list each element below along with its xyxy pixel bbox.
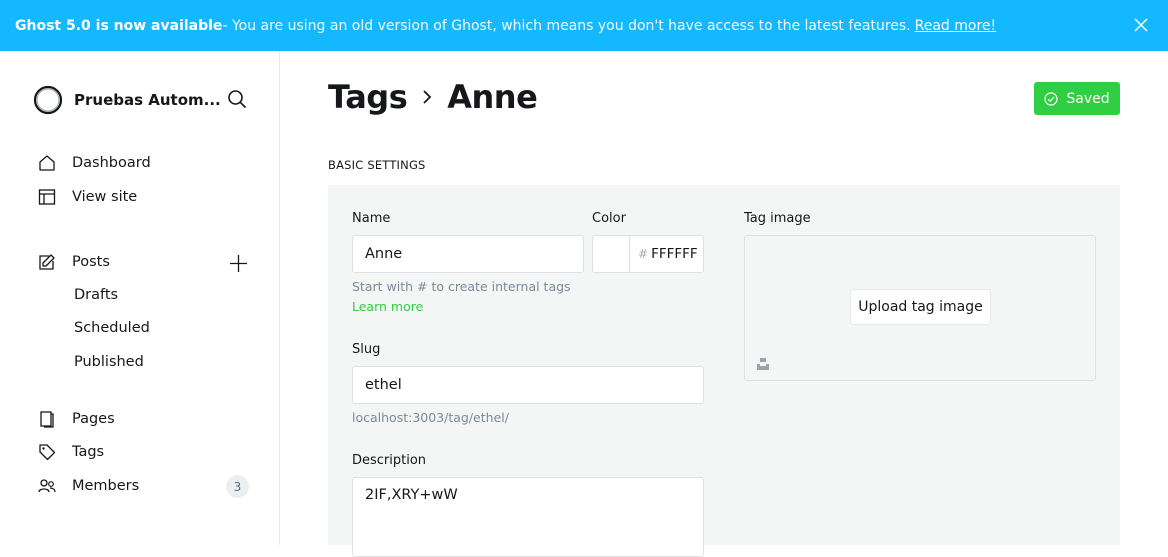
color-swatch[interactable] bbox=[592, 235, 630, 273]
layout-icon bbox=[38, 189, 56, 205]
chevron-right-icon bbox=[423, 90, 432, 104]
breadcrumb-tags[interactable]: Tags bbox=[328, 78, 408, 116]
name-hint: Start with # to create internal tags bbox=[352, 279, 571, 294]
description-label: Description bbox=[352, 453, 427, 468]
nav-view-site-label: View site bbox=[72, 189, 138, 205]
site-brand[interactable]: Pruebas Autom... bbox=[33, 85, 221, 115]
nav-tags-label: Tags bbox=[72, 444, 105, 460]
members-count-badge: 3 bbox=[226, 475, 249, 498]
search-icon[interactable] bbox=[227, 89, 247, 109]
nav-posts-label: Posts bbox=[72, 254, 110, 270]
nav-dashboard[interactable]: Dashboard bbox=[38, 154, 151, 172]
banner-headline: Ghost 5.0 is now available bbox=[15, 17, 223, 34]
saved-button[interactable]: Saved bbox=[1034, 82, 1120, 115]
color-label: Color bbox=[592, 211, 626, 226]
nav-pages[interactable]: Pages bbox=[38, 410, 115, 428]
tag-icon bbox=[39, 444, 56, 461]
page-title: Tags Anne bbox=[328, 78, 538, 116]
members-icon bbox=[38, 479, 56, 493]
learn-more-link[interactable]: Learn more bbox=[352, 299, 423, 314]
tag-image-dropzone[interactable]: Upload tag image bbox=[744, 235, 1096, 381]
check-circle-icon bbox=[1044, 91, 1058, 106]
section-label: BASIC SETTINGS bbox=[328, 158, 426, 172]
nav-posts[interactable]: Posts bbox=[38, 253, 110, 271]
sidebar: Pruebas Autom... Dashboard View site Pos… bbox=[0, 51, 280, 545]
banner-read-more-link[interactable]: Read more! bbox=[915, 18, 997, 34]
home-icon bbox=[39, 155, 55, 171]
color-input[interactable]: # FFFFFF bbox=[629, 235, 704, 273]
tag-title: Anne bbox=[447, 78, 538, 116]
nav-members[interactable]: Members bbox=[38, 477, 139, 495]
close-icon[interactable] bbox=[1132, 16, 1150, 34]
slug-url: localhost:3003/tag/ethel/ bbox=[352, 410, 509, 425]
nav-dashboard-label: Dashboard bbox=[72, 155, 151, 171]
slug-label: Slug bbox=[352, 342, 381, 357]
tag-image-label: Tag image bbox=[744, 211, 811, 226]
nav-drafts[interactable]: Drafts bbox=[74, 287, 118, 303]
site-name: Pruebas Autom... bbox=[74, 91, 221, 109]
name-label: Name bbox=[352, 211, 391, 226]
nav-scheduled[interactable]: Scheduled bbox=[74, 320, 150, 336]
color-value: FFFFFF bbox=[651, 246, 698, 262]
color-hash: # bbox=[638, 247, 649, 261]
slug-input[interactable]: ethel bbox=[352, 366, 704, 404]
nav-view-site[interactable]: View site bbox=[38, 188, 137, 206]
site-logo-icon bbox=[33, 85, 63, 115]
edit-icon bbox=[39, 254, 55, 270]
new-post-plus-icon[interactable] bbox=[229, 254, 248, 273]
nav-pages-label: Pages bbox=[72, 411, 115, 427]
update-banner: Ghost 5.0 is now available - You are usi… bbox=[0, 0, 1168, 51]
page-icon bbox=[40, 411, 54, 428]
nav-members-label: Members bbox=[72, 478, 140, 494]
banner-message: - You are using an old version of Ghost,… bbox=[222, 17, 911, 34]
name-input[interactable]: Anne bbox=[352, 235, 584, 273]
nav-tags[interactable]: Tags bbox=[38, 443, 104, 461]
nav-published[interactable]: Published bbox=[74, 354, 144, 370]
upload-tag-image-button[interactable]: Upload tag image bbox=[851, 290, 990, 324]
saved-label: Saved bbox=[1066, 90, 1110, 107]
description-textarea[interactable]: 2IF,XRY+wW bbox=[352, 477, 704, 557]
unsplash-icon[interactable] bbox=[756, 357, 770, 371]
